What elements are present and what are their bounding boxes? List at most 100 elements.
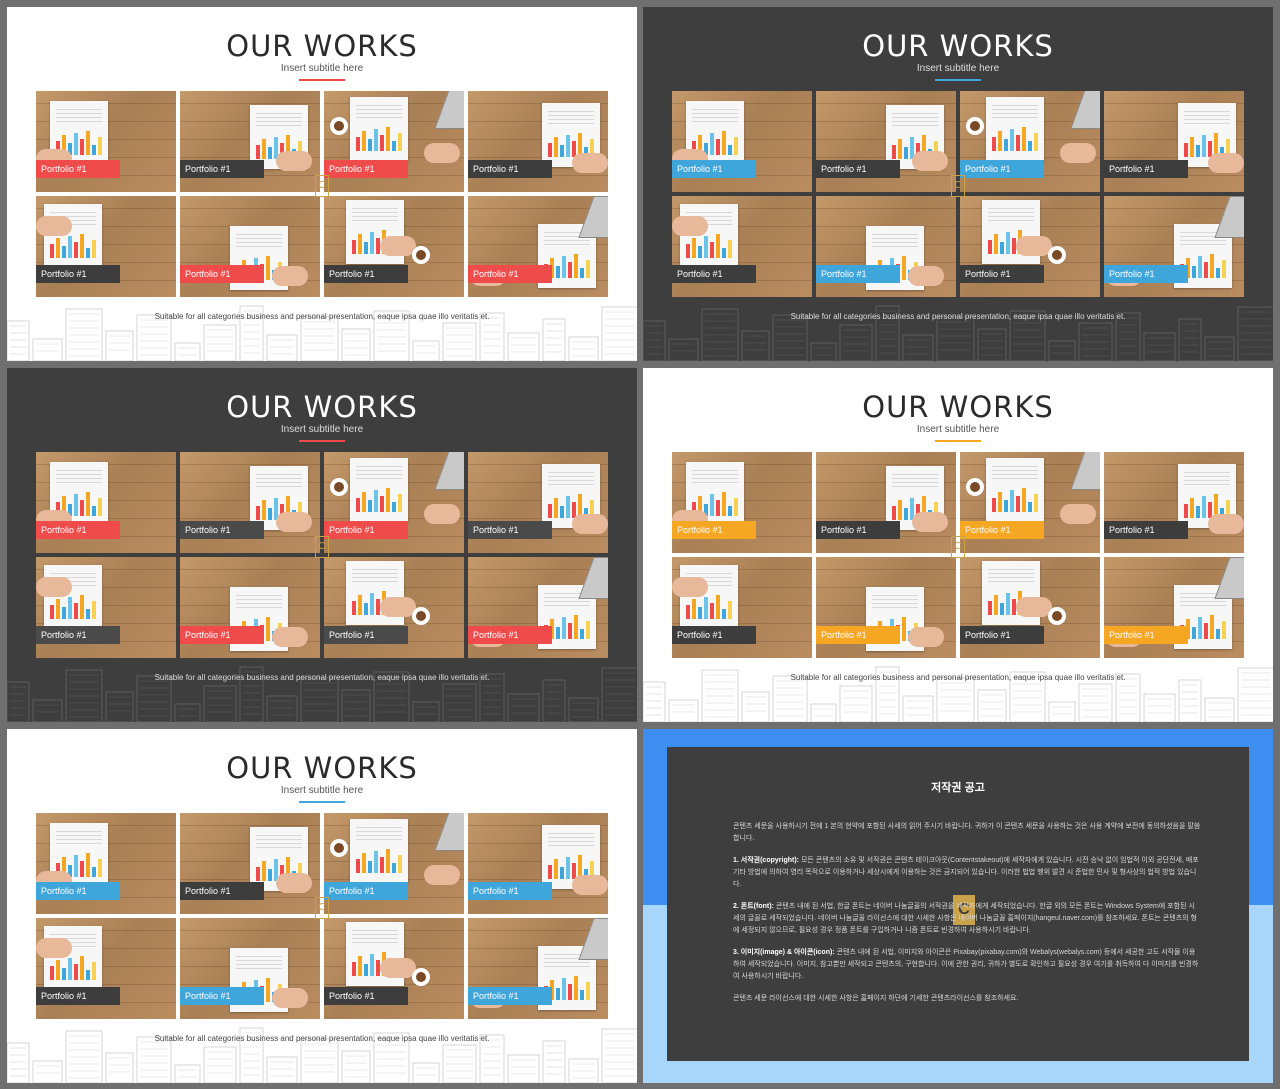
- bar-graphic-bar: [262, 861, 266, 881]
- portfolio-item[interactable]: Portfolio #1: [36, 918, 176, 1019]
- portfolio-item[interactable]: Portfolio #1: [36, 452, 176, 553]
- bar-graphic-bar: [358, 595, 362, 615]
- portfolio-label: Portfolio #1: [36, 265, 120, 283]
- wood-grain: [816, 464, 956, 465]
- portfolio-label: Portfolio #1: [1104, 521, 1188, 539]
- laptop-image: [1070, 452, 1100, 490]
- bar-graphic-bar: [62, 607, 66, 619]
- bar-graphic-bar: [80, 956, 84, 980]
- bar-graphic-bar: [1204, 262, 1208, 278]
- bar-graphic-bar: [710, 603, 714, 619]
- bar-graphic-bar: [1192, 266, 1196, 278]
- portfolio-item[interactable]: Portfolio #1: [1104, 452, 1244, 553]
- bar-graphic-bar: [574, 254, 578, 278]
- paper-text-lines: [236, 595, 282, 611]
- bar-graphic-bar: [556, 627, 560, 639]
- portfolio-label: Portfolio #1: [180, 521, 264, 539]
- paper-text-lines: [992, 105, 1038, 121]
- portfolio-label: Portfolio #1: [816, 626, 900, 644]
- wood-grain: [468, 930, 608, 931]
- portfolio-item[interactable]: Portfolio #1: [816, 91, 956, 192]
- paper-text-lines: [548, 833, 594, 849]
- portfolio-item[interactable]: Portfolio #1: [672, 196, 812, 297]
- portfolio-item[interactable]: Portfolio #1: [960, 557, 1100, 658]
- hand-image: [1016, 597, 1052, 617]
- portfolio-label: Portfolio #1: [324, 882, 408, 900]
- portfolio-item[interactable]: Portfolio #1: [36, 91, 176, 192]
- notice-paragraph-copyright: 1. 서작권(copyright): 모든 콘텐츠의 소유 및 서작권은 콘텐츠…: [733, 855, 1201, 891]
- portfolio-item[interactable]: Portfolio #1: [36, 196, 176, 297]
- bar-graphic-bar: [1198, 256, 1202, 278]
- portfolio-item[interactable]: Portfolio #1: [36, 813, 176, 914]
- portfolio-item[interactable]: Portfolio #1: [324, 918, 464, 1019]
- bar-graphic-bar: [86, 609, 90, 619]
- portfolio-item[interactable]: Portfolio #1: [1104, 91, 1244, 192]
- portfolio-item[interactable]: Portfolio #1: [324, 452, 464, 553]
- portfolio-item[interactable]: Portfolio #1: [324, 91, 464, 192]
- portfolio-item[interactable]: Portfolio #1: [672, 91, 812, 192]
- bar-graphic-bar: [74, 855, 78, 877]
- coffee-cup-image: [330, 839, 348, 857]
- portfolio-item[interactable]: Portfolio #1: [816, 452, 956, 553]
- bar-graphic-bar: [368, 139, 372, 151]
- portfolio-item[interactable]: Portfolio #1: [180, 557, 320, 658]
- wood-grain: [180, 825, 320, 826]
- portfolio-item[interactable]: Portfolio #1: [324, 557, 464, 658]
- portfolio-item[interactable]: Portfolio #1: [468, 196, 608, 297]
- portfolio-label: Portfolio #1: [960, 265, 1044, 283]
- portfolio-item[interactable]: Portfolio #1: [180, 813, 320, 914]
- subtitle-underline: [299, 440, 345, 442]
- portfolio-label: Portfolio #1: [468, 882, 552, 900]
- paper-text-lines: [892, 474, 938, 490]
- portfolio-item[interactable]: Portfolio #1: [816, 557, 956, 658]
- portfolio-item[interactable]: Portfolio #1: [816, 196, 956, 297]
- wood-grain: [468, 208, 608, 209]
- bar-graphic-bar: [1192, 627, 1196, 639]
- bar-graphic: [356, 849, 402, 873]
- portfolio-label: Portfolio #1: [324, 626, 408, 644]
- coffee-cup-image: [1048, 246, 1066, 264]
- portfolio-item[interactable]: Portfolio #1: [468, 813, 608, 914]
- portfolio-item[interactable]: Portfolio #1: [180, 196, 320, 297]
- bar-graphic-bar: [568, 262, 572, 278]
- bar-graphic-bar: [364, 603, 368, 615]
- portfolio-item[interactable]: Portfolio #1: [468, 91, 608, 192]
- portfolio-item[interactable]: Portfolio #1: [468, 918, 608, 1019]
- bar-graphic-bar: [1198, 617, 1202, 639]
- hand-image: [572, 875, 608, 895]
- portfolio-item[interactable]: Portfolio #1: [180, 452, 320, 553]
- bar-graphic-bar: [50, 605, 54, 619]
- bar-graphic-bar: [392, 502, 396, 512]
- bar-graphic-bar: [686, 244, 690, 258]
- portfolio-item[interactable]: Portfolio #1: [672, 452, 812, 553]
- portfolio-item[interactable]: Portfolio #1: [324, 813, 464, 914]
- portfolio-item[interactable]: Portfolio #1: [1104, 196, 1244, 297]
- portfolio-item[interactable]: Portfolio #1: [180, 91, 320, 192]
- paper-text-lines: [1184, 111, 1230, 127]
- portfolio-item[interactable]: Portfolio #1: [960, 196, 1100, 297]
- bar-graphic-bar: [356, 859, 360, 873]
- hand-image: [424, 504, 460, 524]
- paper-text-lines: [872, 595, 918, 611]
- bar-graphic-bar: [556, 266, 560, 278]
- bar-graphic-bar: [692, 599, 696, 619]
- portfolio-item[interactable]: Portfolio #1: [672, 557, 812, 658]
- coffee-cup-image: [1048, 607, 1066, 625]
- portfolio-item[interactable]: Portfolio #1: [960, 452, 1100, 553]
- portfolio-item[interactable]: Portfolio #1: [36, 557, 176, 658]
- paper-text-lines: [892, 113, 938, 129]
- bar-graphic-bar: [1034, 133, 1038, 151]
- portfolio-label: Portfolio #1: [468, 626, 552, 644]
- portfolio-item[interactable]: Portfolio #1: [180, 918, 320, 1019]
- portfolio-item[interactable]: Portfolio #1: [324, 196, 464, 297]
- bar-graphic-bar: [1184, 504, 1188, 518]
- portfolio-item[interactable]: Portfolio #1: [1104, 557, 1244, 658]
- bar-graphic: [356, 488, 402, 512]
- bar-graphic-bar: [1204, 623, 1208, 639]
- portfolio-item[interactable]: Portfolio #1: [468, 452, 608, 553]
- portfolio-item[interactable]: Portfolio #1: [468, 557, 608, 658]
- bar-graphic-bar: [358, 956, 362, 976]
- bar-graphic-bar: [686, 605, 690, 619]
- portfolio-item[interactable]: Portfolio #1: [960, 91, 1100, 192]
- bar-graphic-bar: [710, 133, 714, 155]
